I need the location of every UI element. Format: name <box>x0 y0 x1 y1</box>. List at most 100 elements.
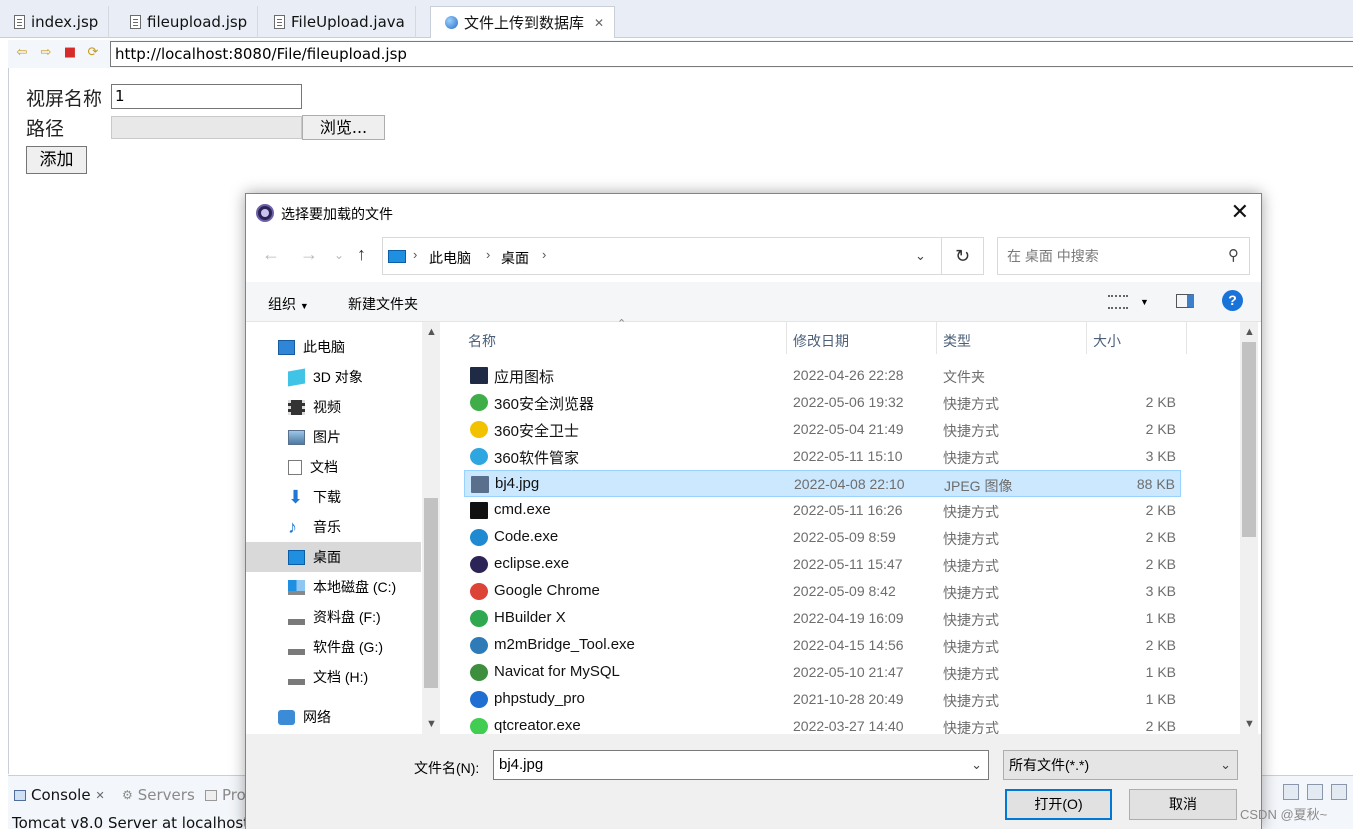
close-tab-icon[interactable]: ✕ <box>96 789 105 802</box>
tree-item-pictures[interactable]: 图片 <box>246 422 421 452</box>
music-icon: ♪ <box>288 516 297 537</box>
cube-icon <box>288 368 305 386</box>
add-button[interactable]: 添加 <box>26 146 87 174</box>
help-icon[interactable]: ? <box>1222 290 1243 311</box>
tree-item-drive-f[interactable]: 资料盘 (F:) <box>246 602 421 632</box>
column-divider[interactable] <box>936 322 937 354</box>
file-name: 应用图标 <box>494 369 555 386</box>
tree-item-drive-c[interactable]: 本地磁盘 (C:) <box>246 572 421 602</box>
preview-pane-icon[interactable] <box>1176 294 1194 308</box>
search-input[interactable]: 在 桌面 中搜索 ⚲ <box>997 237 1250 275</box>
file-row[interactable]: Code.exe 2022-05-09 8:59 快捷方式 2 KB <box>464 524 1181 551</box>
filename-input[interactable]: bj4.jpg ⌄ <box>493 750 989 780</box>
scroll-down-icon[interactable]: ▼ <box>426 718 437 730</box>
column-divider[interactable] <box>1186 322 1187 354</box>
file-row[interactable]: 360安全浏览器 2022-05-06 19:32 快捷方式 2 KB <box>464 389 1181 416</box>
back-icon[interactable]: ⇦ <box>14 45 30 61</box>
chevron-down-icon[interactable]: ⌄ <box>915 248 926 264</box>
column-date[interactable]: 修改日期 <box>793 331 849 351</box>
column-type[interactable]: 类型 <box>943 331 971 351</box>
refresh-icon[interactable]: ⟳ <box>85 45 101 61</box>
dialog-title: 选择要加载的文件 <box>281 206 393 222</box>
file-row[interactable]: m2mBridge_Tool.exe 2022-04-15 14:56 快捷方式 2 … <box>464 632 1181 659</box>
file-type: 快捷方式 <box>943 558 999 574</box>
file-size: 1 KB <box>1145 664 1176 680</box>
organize-menu[interactable]: 组织 ▼ <box>268 294 309 314</box>
back-arrow-icon[interactable]: ← <box>262 244 280 265</box>
tab-web-browser[interactable]: 文件上传到数据库 ✕ <box>430 6 616 38</box>
tab-index-jsp[interactable]: index.jsp <box>0 6 110 38</box>
console-toolbar-icon[interactable] <box>1331 784 1347 800</box>
close-tab-icon[interactable]: ✕ <box>594 16 604 30</box>
tree-item-documents[interactable]: 文档 <box>246 452 421 482</box>
image-icon <box>471 476 489 493</box>
column-size[interactable]: 大小 <box>1093 331 1121 351</box>
file-row[interactable]: bj4.jpg 2022-04-08 22:10 JPEG 图像 88 KB <box>464 470 1181 497</box>
file-path-field[interactable] <box>111 116 302 139</box>
tree-item-downloads[interactable]: ⬇ 下载 <box>246 482 421 512</box>
file-row[interactable]: phpstudy_pro 2021-10-28 20:49 快捷方式 1 KB <box>464 686 1181 713</box>
file-row[interactable]: 360软件管家 2022-05-11 15:10 快捷方式 3 KB <box>464 443 1181 470</box>
chevron-down-icon[interactable]: ⌄ <box>971 751 982 779</box>
tree-item-3d-objects[interactable]: 3D 对象 <box>246 362 421 392</box>
file-size: 2 KB <box>1145 637 1176 653</box>
scroll-up-icon[interactable]: ▲ <box>1244 326 1255 338</box>
scroll-down-icon[interactable]: ▼ <box>1244 718 1255 730</box>
url-input[interactable]: http://localhost:8080/File/fileupload.js… <box>110 41 1353 67</box>
list-scrollbar[interactable]: ▲ ▼ <box>1240 322 1258 734</box>
file-row[interactable]: eclipse.exe 2022-05-11 15:47 快捷方式 2 KB <box>464 551 1181 578</box>
new-folder-button[interactable]: 新建文件夹 <box>348 294 418 314</box>
tree-item-desktop[interactable]: 桌面 <box>246 542 421 572</box>
tree-item-music[interactable]: ♪ 音乐 <box>246 512 421 542</box>
scrollbar-thumb[interactable] <box>424 498 438 688</box>
tab-console[interactable]: Console ✕ <box>14 786 105 804</box>
tab-fileupload-java[interactable]: FileUpload.java <box>260 6 416 38</box>
breadcrumb[interactable]: › 此电脑 › 桌面 › ⌄ <box>382 237 942 275</box>
tree-item-this-pc[interactable]: 此电脑 <box>246 332 421 362</box>
tab-problems[interactable]: Pro <box>205 786 246 804</box>
video-name-input[interactable]: 1 <box>111 84 302 109</box>
open-button[interactable]: 打开(O) <box>1005 789 1112 820</box>
recent-chevron-icon[interactable]: ⌄ <box>334 248 344 262</box>
breadcrumb-this-pc[interactable]: 此电脑 <box>429 248 471 268</box>
browse-button[interactable]: 浏览... <box>302 115 385 140</box>
file-row[interactable]: HBuilder X 2022-04-19 16:09 快捷方式 1 KB <box>464 605 1181 632</box>
tab-fileupload-jsp[interactable]: fileupload.jsp <box>116 6 259 38</box>
file-type: 快捷方式 <box>943 531 999 547</box>
dialog-toolbar: 组织 ▼ 新建文件夹 ▼ ? <box>246 282 1261 322</box>
forward-icon[interactable]: ⇨ <box>38 45 54 61</box>
file-row[interactable]: 应用图标 2022-04-26 22:28 文件夹 <box>464 362 1181 389</box>
column-divider[interactable] <box>1086 322 1087 354</box>
scrollbar-thumb[interactable] <box>1242 342 1256 537</box>
cancel-button[interactable]: 取消 <box>1129 789 1237 820</box>
refresh-button[interactable]: ↻ <box>942 237 984 275</box>
file-size: 3 KB <box>1145 448 1176 464</box>
console-toolbar-icon[interactable] <box>1283 784 1299 800</box>
file-row[interactable]: 360安全卫士 2022-05-04 21:49 快捷方式 2 KB <box>464 416 1181 443</box>
view-options-icon[interactable] <box>1108 295 1128 309</box>
column-divider[interactable] <box>786 322 787 354</box>
file-row[interactable]: Navicat for MySQL 2022-05-10 21:47 快捷方式 1 K… <box>464 659 1181 686</box>
column-name[interactable]: 名称 <box>468 331 496 351</box>
filetype-select[interactable]: 所有文件(*.*) ⌄ <box>1003 750 1238 780</box>
tree-item-videos[interactable]: 视频 <box>246 392 421 422</box>
tab-servers[interactable]: ⚙ Servers <box>122 786 195 804</box>
up-arrow-icon[interactable]: ↑ <box>357 244 366 265</box>
file-type: 文件夹 <box>943 369 985 385</box>
file-row[interactable]: cmd.exe 2022-05-11 16:26 快捷方式 2 KB <box>464 497 1181 524</box>
file-type: 快捷方式 <box>943 693 999 709</box>
tree-item-drive-h[interactable]: 文档 (H:) <box>246 662 421 692</box>
file-date: 2022-05-11 16:26 <box>793 502 903 518</box>
breadcrumb-desktop[interactable]: 桌面 <box>501 248 529 268</box>
tree-item-drive-g[interactable]: 软件盘 (G:) <box>246 632 421 662</box>
tree-scrollbar[interactable]: ▲ ▼ <box>422 322 440 734</box>
forward-arrow-icon[interactable]: → <box>300 244 318 265</box>
console-toolbar-icon[interactable] <box>1307 784 1323 800</box>
caret-down-icon[interactable]: ▼ <box>1140 297 1149 307</box>
scroll-up-icon[interactable]: ▲ <box>426 326 437 338</box>
close-icon[interactable]: ✕ <box>1231 200 1249 224</box>
tree-item-network[interactable]: 网络 <box>246 702 421 732</box>
file-row[interactable]: Google Chrome 2022-05-09 8:42 快捷方式 3 KB <box>464 578 1181 605</box>
file-name: qtcreator.exe <box>494 717 581 734</box>
stop-icon[interactable]: ■ <box>62 45 78 61</box>
